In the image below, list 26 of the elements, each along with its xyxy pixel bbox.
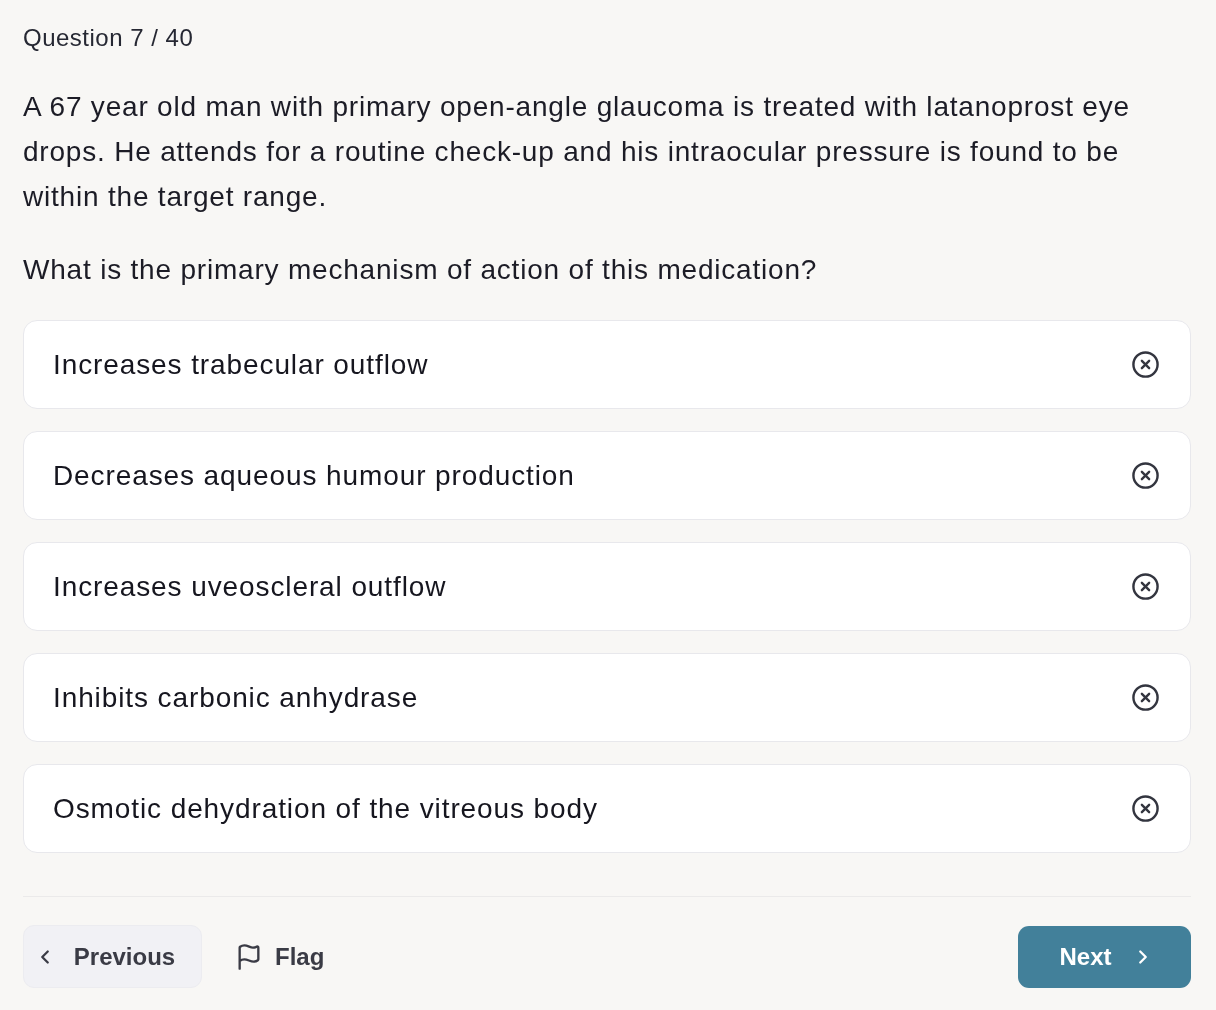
answer-option[interactable]: Inhibits carbonic anhydrase [23,653,1191,742]
question-prompt: What is the primary mechanism of action of this medication? [23,253,818,287]
eliminate-button[interactable] [1131,794,1160,823]
eliminate-button[interactable] [1131,683,1160,712]
close-icon [1131,461,1160,490]
answer-option[interactable]: Decreases aqueous humour production [23,431,1191,520]
option-text: Decreases aqueous humour production [53,459,575,492]
eliminate-button[interactable] [1131,572,1160,601]
next-button[interactable]: Next [1018,925,1191,988]
close-icon [1131,572,1160,601]
answer-option[interactable]: Increases trabecular outflow [23,320,1191,409]
close-icon [1131,350,1160,379]
option-text: Increases trabecular outflow [53,348,429,381]
eliminate-button[interactable] [1131,461,1160,490]
question-counter: Question 7 / 40 [23,24,194,52]
previous-button[interactable]: Previous [23,925,202,988]
option-text: Inhibits carbonic anhydrase [53,681,419,714]
close-icon [1131,794,1160,823]
option-text: Increases uveoscleral outflow [53,570,447,603]
flag-button[interactable]: Flag [235,942,325,971]
answer-option[interactable]: Osmotic dehydration of the vitreous body [23,764,1191,853]
eliminate-button[interactable] [1131,350,1160,379]
close-icon [1131,683,1160,712]
answer-option[interactable]: Increases uveoscleral outflow [23,542,1191,631]
question-stem: A 67 year old man with primary open-angle glaucoma is treated with latanoprost eye drops. He attends for a routine check-up and his intraocular pressure is found to be within the target range. [23,90,1131,214]
option-text: Osmotic dehydration of the vitreous body [53,792,598,825]
